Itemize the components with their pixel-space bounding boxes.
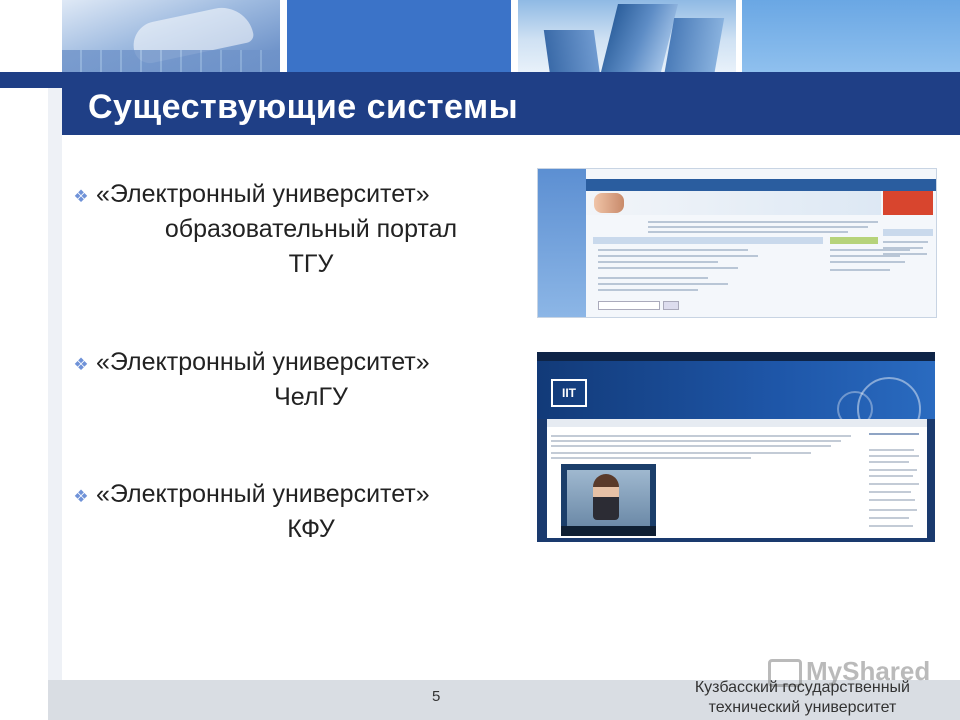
slide-title: Существующие системы (88, 88, 519, 126)
bullet-subtext: ЧелГУ (274, 383, 348, 411)
bullet-item-tgu: ❖ «Электронный университет» образователь… (66, 180, 536, 279)
diamond-bullet-icon: ❖ (73, 355, 89, 374)
bullet-item-kfu: ❖ «Электронный университет» КФУ (66, 480, 536, 544)
bullet-subtext: образовательный портал (164, 215, 458, 243)
bullet-item-chelgu: ❖ «Электронный университет» ЧелГУ (66, 348, 536, 412)
site-top-bar (537, 352, 935, 361)
left-strip (48, 88, 62, 680)
screenshot-chelgu-site: IIT (537, 352, 935, 542)
left-band (0, 72, 62, 88)
bullet-subtext: ТГУ (288, 250, 334, 278)
site-header: IIT (537, 361, 935, 441)
bullet-subtext: КФУ (287, 515, 335, 543)
portal-nav-bar (586, 179, 936, 191)
portal-banner (586, 191, 881, 215)
portal-sidebar (538, 169, 586, 317)
diamond-bullet-icon: ❖ (73, 487, 89, 506)
diamond-bullet-icon: ❖ (73, 187, 89, 206)
organization-line1: Кузбасский государственный (694, 679, 910, 696)
site-content (547, 419, 927, 538)
bullet-text: «Электронный университет» (96, 348, 430, 376)
portal-red-box (883, 191, 933, 215)
bullet-text: «Электронный университет» (96, 180, 430, 208)
bullet-text: «Электронный университет» (96, 480, 430, 508)
site-tabs (547, 419, 927, 427)
iit-logo: IIT (551, 379, 587, 407)
page-number: 5 (432, 688, 441, 705)
banner-image-sky (742, 0, 960, 72)
banner-image-buildings (518, 0, 736, 72)
screenshot-tgu-portal (537, 168, 937, 318)
banner-image-blue (287, 0, 511, 72)
organization-line2: технический университет (708, 699, 897, 716)
video-player (561, 464, 656, 536)
organization-name: Кузбасский государственный технический у… (695, 678, 910, 718)
banner-image-keyboard (62, 0, 280, 72)
